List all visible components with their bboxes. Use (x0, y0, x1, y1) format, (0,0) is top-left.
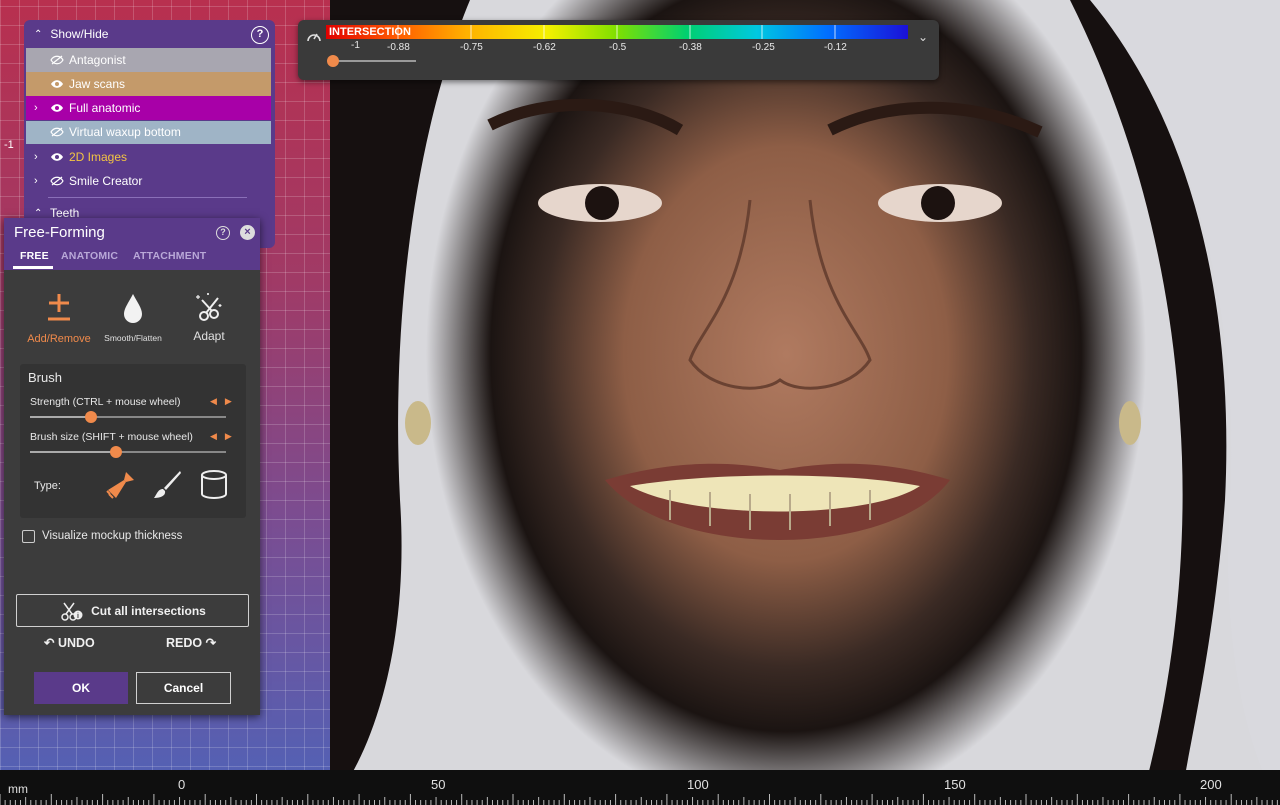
visualize-thickness-label: Visualize mockup thickness (42, 530, 183, 542)
layer-label: 2D Images (69, 149, 128, 164)
layer-label: Virtual waxup bottom (69, 125, 181, 140)
eye-off-icon[interactable] (50, 55, 64, 65)
scale-tick-label: -0.25 (752, 42, 775, 53)
layer-row-jaw-scans[interactable]: Jaw scans (26, 72, 271, 96)
layer-row-full-anatomic[interactable]: › Full anatomic (26, 96, 271, 121)
ruler-label: 100 (687, 777, 709, 792)
strength-slider[interactable] (30, 411, 226, 423)
panel-title: Free-Forming (14, 224, 105, 241)
help-icon[interactable]: ? (251, 26, 269, 44)
ruler-label: 0 (178, 777, 186, 792)
face-photo (330, 0, 1280, 805)
scale-tick-label: -0.5 (609, 42, 627, 53)
free-forming-header: Free-Forming ? × FREE ANATOMIC ATTACHMEN… (4, 218, 260, 270)
ruler-label: 150 (944, 777, 966, 792)
intersection-scale-panel: INTERSECTION -1 -0.88 -0.75 -0.62 -0.5 -… (298, 20, 939, 80)
show-hide-panel: ⌃ Show/Hide ? Antagonist Jaw scans › Ful… (24, 20, 275, 248)
strength-label: Strength (CTRL + mouse wheel) (30, 396, 181, 408)
cancel-button[interactable]: Cancel (136, 672, 231, 704)
scale-tick-label: -0.12 (824, 42, 847, 53)
eye-icon[interactable] (50, 79, 64, 89)
tool-add-remove[interactable]: Add/Remove (24, 292, 94, 345)
layer-label: Antagonist (69, 52, 126, 67)
free-forming-panel: Free-Forming ? × FREE ANATOMIC ATTACHMEN… (4, 218, 260, 715)
divider (48, 196, 247, 198)
slider-knob[interactable] (110, 446, 123, 458)
tab-free[interactable]: FREE (20, 250, 49, 262)
layer-label: Full anatomic (69, 101, 141, 116)
expand-arrow-icon[interactable]: › (34, 102, 50, 114)
redo-label: REDO (166, 636, 203, 650)
type-label: Type: (34, 480, 61, 492)
close-icon[interactable]: × (240, 225, 255, 240)
tool-label: Add/Remove (27, 333, 91, 345)
svg-text:i: i (77, 613, 79, 620)
redo-icon: ↷ (205, 636, 217, 650)
eye-icon[interactable] (50, 152, 64, 162)
help-icon[interactable]: ? (216, 226, 230, 240)
tool-label: Adapt (193, 329, 225, 343)
expand-arrow-icon[interactable]: › (34, 151, 50, 163)
chevron-down-icon[interactable]: ⌄ (918, 30, 928, 44)
show-hide-header[interactable]: ⌃ Show/Hide (24, 20, 275, 48)
eye-off-icon[interactable] (50, 176, 64, 186)
layer-row-2d-images[interactable]: › 2D Images (26, 145, 271, 169)
expand-arrow-icon[interactable]: › (34, 175, 50, 187)
paint-brush-icon[interactable] (150, 468, 184, 502)
show-hide-title: Show/Hide (50, 27, 109, 41)
bottom-ruler: mm 0 50 100 150 200 (0, 770, 1280, 805)
visualize-thickness-checkbox[interactable] (22, 530, 35, 543)
scale-tick-label: -0.38 (679, 42, 702, 53)
scale-tick-label: -0.88 (387, 42, 410, 53)
intersection-threshold-slider[interactable] (327, 55, 416, 67)
redo-button[interactable]: REDO ↷ (166, 635, 216, 650)
slider-knob[interactable] (327, 55, 339, 67)
ruler-label: 50 (431, 777, 446, 792)
layer-row-smile-creator[interactable]: › Smile Creator (26, 169, 271, 193)
layer-label: Jaw scans (69, 77, 126, 92)
ruler-ticks (0, 794, 1278, 805)
scale-tick-label: -0.75 (460, 42, 483, 53)
tab-attachment[interactable]: ATTACHMENT (133, 250, 206, 262)
cylinder-icon[interactable] (198, 468, 230, 502)
cut-all-intersections-button[interactable]: i Cut all intersections (16, 594, 249, 627)
tool-adapt[interactable]: Adapt (174, 290, 244, 343)
eye-icon[interactable] (50, 103, 64, 113)
adapt-icon (196, 293, 222, 321)
cut-intersections-icon: i (61, 602, 83, 621)
collapse-caret-icon[interactable]: ⌃ (34, 29, 42, 40)
active-tab-indicator (13, 266, 53, 269)
brush-size-slider[interactable] (30, 446, 226, 458)
side-marker-label: -1 (4, 139, 14, 151)
add-remove-icon (48, 294, 70, 321)
ruler-label: 200 (1200, 777, 1222, 792)
undo-label: UNDO (57, 636, 95, 650)
scale-tick-label: -1 (351, 40, 360, 51)
brush-size-label: Brush size (SHIFT + mouse wheel) (30, 431, 193, 443)
intersection-color-bar: INTERSECTION (326, 25, 908, 39)
strength-stepper-arrows[interactable]: ◀▶ (210, 396, 240, 407)
tool-label: Smooth/Flatten (104, 333, 162, 343)
slider-knob[interactable] (84, 411, 97, 423)
layer-row-virtual-waxup-bottom[interactable]: Virtual waxup bottom (26, 120, 271, 145)
undo-icon: ↶ (44, 636, 55, 650)
undo-button[interactable]: ↶ UNDO (44, 635, 95, 650)
eye-off-icon[interactable] (50, 127, 64, 137)
brush-size-stepper-arrows[interactable]: ◀▶ (210, 431, 240, 442)
tab-anatomic[interactable]: ANATOMIC (61, 250, 118, 262)
gauge-icon[interactable] (306, 29, 322, 43)
cut-button-label: Cut all intersections (91, 603, 206, 618)
tool-smooth-flatten[interactable]: Smooth/Flatten (98, 292, 168, 343)
layer-label: Smile Creator (69, 173, 143, 188)
brush-settings: Brush Strength (CTRL + mouse wheel) ◀▶ B… (20, 364, 246, 518)
drop-icon (124, 294, 142, 323)
ok-button[interactable]: OK (34, 672, 128, 704)
brush-title: Brush (28, 370, 62, 385)
broom-brush-icon[interactable] (104, 468, 138, 502)
scale-tick-label: -0.62 (533, 42, 556, 53)
layer-row-antagonist[interactable]: Antagonist (26, 48, 271, 72)
